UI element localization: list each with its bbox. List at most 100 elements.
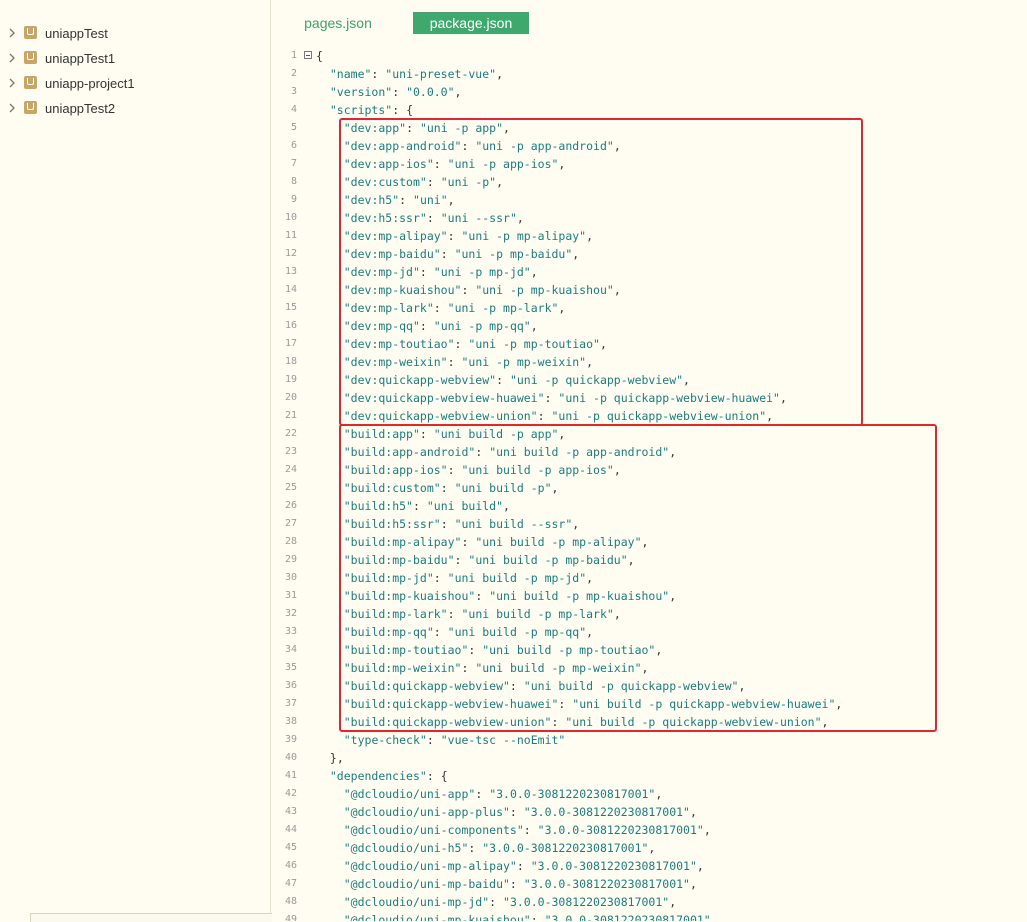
code-line[interactable]: 46 "@dcloudio/uni-mp-alipay": "3.0.0-308… bbox=[272, 857, 1027, 875]
line-number: 32 bbox=[284, 608, 297, 619]
code-text: "@dcloudio/uni-mp-jd": "3.0.0-3081220230… bbox=[343, 895, 677, 909]
line-number: 5 bbox=[290, 122, 297, 133]
code-line[interactable]: 45 "@dcloudio/uni-h5": "3.0.0-3081220230… bbox=[272, 839, 1027, 857]
line-number: 48 bbox=[284, 896, 297, 907]
line-number: 19 bbox=[284, 374, 297, 385]
line-number: 40 bbox=[284, 752, 297, 763]
line-number: 13 bbox=[284, 266, 297, 277]
line-number: 45 bbox=[284, 842, 297, 853]
line-number: 26 bbox=[284, 500, 297, 511]
line-number: 3 bbox=[290, 86, 297, 97]
line-number: 22 bbox=[284, 428, 297, 439]
code-text: "scripts": { bbox=[329, 103, 413, 117]
project-explorer: uniappTest uniappTest1 uniapp-project1 unia… bbox=[0, 0, 272, 922]
code-line[interactable]: 41 "dependencies": { bbox=[272, 767, 1027, 785]
code-text: "@dcloudio/uni-h5": "3.0.0-3081220230817… bbox=[343, 841, 656, 855]
project-item[interactable]: uniappTest2 bbox=[0, 96, 270, 121]
line-number: 43 bbox=[284, 806, 297, 817]
code-text: "name": "uni-preset-vue", bbox=[329, 67, 504, 81]
line-number: 8 bbox=[290, 176, 297, 187]
project-label: uniappTest bbox=[45, 26, 108, 41]
line-number: 28 bbox=[284, 536, 297, 547]
line-number: 20 bbox=[284, 392, 297, 403]
code-line[interactable]: 4 "scripts": { bbox=[272, 101, 1027, 119]
line-number: 34 bbox=[284, 644, 297, 655]
code-line[interactable]: 44 "@dcloudio/uni-components": "3.0.0-30… bbox=[272, 821, 1027, 839]
line-number: 10 bbox=[284, 212, 297, 223]
line-number: 37 bbox=[284, 698, 297, 709]
project-item[interactable]: uniapp-project1 bbox=[0, 71, 270, 96]
line-number: 31 bbox=[284, 590, 297, 601]
line-number: 21 bbox=[284, 410, 297, 421]
project-item[interactable]: uniappTest bbox=[0, 21, 270, 46]
highlight-box bbox=[339, 118, 863, 426]
code-text: "version": "0.0.0", bbox=[329, 85, 462, 99]
code-line[interactable]: 49 "@dcloudio/uni-mp-kuaishou": "3.0.0-3… bbox=[272, 911, 1027, 921]
line-number: 16 bbox=[284, 320, 297, 331]
chevron-right-icon[interactable] bbox=[7, 103, 17, 113]
line-number: 6 bbox=[290, 140, 297, 151]
highlight-box bbox=[339, 424, 937, 732]
line-number: 41 bbox=[284, 770, 297, 781]
code-text: }, bbox=[329, 751, 344, 765]
chevron-right-icon[interactable] bbox=[7, 53, 17, 63]
line-number: 7 bbox=[290, 158, 297, 169]
line-number: 49 bbox=[284, 914, 297, 921]
line-number: 17 bbox=[284, 338, 297, 349]
line-number: 25 bbox=[284, 482, 297, 493]
line-number: 1 bbox=[290, 50, 297, 61]
line-number: 47 bbox=[284, 878, 297, 889]
tab-pages-json[interactable]: pages.json bbox=[303, 12, 373, 34]
line-number: 9 bbox=[290, 194, 297, 205]
line-number: 14 bbox=[284, 284, 297, 295]
code-editor[interactable]: 1{2 "name": "uni-preset-vue", 3 "version"… bbox=[272, 47, 1027, 921]
code-text: "@dcloudio/uni-mp-kuaishou": "3.0.0-3081… bbox=[343, 913, 711, 921]
line-number: 12 bbox=[284, 248, 297, 259]
line-number: 30 bbox=[284, 572, 297, 583]
code-line[interactable]: 40 }, bbox=[272, 749, 1027, 767]
uniapp-project-icon bbox=[24, 76, 37, 89]
line-number: 44 bbox=[284, 824, 297, 835]
code-line[interactable]: 48 "@dcloudio/uni-mp-jd": "3.0.0-3081220… bbox=[272, 893, 1027, 911]
code-line[interactable]: 1{ bbox=[272, 47, 1027, 65]
project-label: uniapp-project1 bbox=[45, 76, 135, 91]
fold-toggle-icon[interactable] bbox=[304, 51, 312, 59]
editor-tab-bar: pages.json package.json bbox=[272, 0, 1027, 44]
uniapp-project-icon bbox=[24, 51, 37, 64]
line-number: 23 bbox=[284, 446, 297, 457]
line-number: 24 bbox=[284, 464, 297, 475]
line-number: 39 bbox=[284, 734, 297, 745]
code-text: "@dcloudio/uni-mp-baidu": "3.0.0-3081220… bbox=[343, 877, 697, 891]
code-text: "@dcloudio/uni-app": "3.0.0-308122023081… bbox=[343, 787, 663, 801]
line-number: 46 bbox=[284, 860, 297, 871]
code-line[interactable]: 3 "version": "0.0.0", bbox=[272, 83, 1027, 101]
code-line[interactable]: 47 "@dcloudio/uni-mp-baidu": "3.0.0-3081… bbox=[272, 875, 1027, 893]
uniapp-project-icon bbox=[24, 26, 37, 39]
line-number: 35 bbox=[284, 662, 297, 673]
project-label: uniappTest2 bbox=[45, 101, 116, 116]
line-number: 36 bbox=[284, 680, 297, 691]
code-text: { bbox=[316, 49, 323, 63]
line-number: 2 bbox=[290, 68, 297, 79]
line-number: 11 bbox=[284, 230, 297, 241]
line-number: 4 bbox=[290, 104, 297, 115]
code-text: "dependencies": { bbox=[329, 769, 448, 783]
tab-package-json[interactable]: package.json bbox=[413, 12, 529, 34]
code-line[interactable]: 2 "name": "uni-preset-vue", bbox=[272, 65, 1027, 83]
line-number: 33 bbox=[284, 626, 297, 637]
code-line[interactable]: 42 "@dcloudio/uni-app": "3.0.0-308122023… bbox=[272, 785, 1027, 803]
code-text: "@dcloudio/uni-app-plus": "3.0.0-3081220… bbox=[343, 805, 697, 819]
code-text: "@dcloudio/uni-mp-alipay": "3.0.0-308122… bbox=[343, 859, 704, 873]
code-text: "@dcloudio/uni-components": "3.0.0-30812… bbox=[343, 823, 711, 837]
code-text: "type-check": "vue-tsc --noEmit" bbox=[343, 733, 566, 747]
chevron-right-icon[interactable] bbox=[7, 28, 17, 38]
line-number: 18 bbox=[284, 356, 297, 367]
chevron-right-icon[interactable] bbox=[7, 78, 17, 88]
code-line[interactable]: 43 "@dcloudio/uni-app-plus": "3.0.0-3081… bbox=[272, 803, 1027, 821]
line-number: 27 bbox=[284, 518, 297, 529]
code-line[interactable]: 39 "type-check": "vue-tsc --noEmit" bbox=[272, 731, 1027, 749]
project-item[interactable]: uniappTest1 bbox=[0, 46, 270, 71]
line-number: 42 bbox=[284, 788, 297, 799]
line-number: 29 bbox=[284, 554, 297, 565]
uniapp-project-icon bbox=[24, 101, 37, 114]
